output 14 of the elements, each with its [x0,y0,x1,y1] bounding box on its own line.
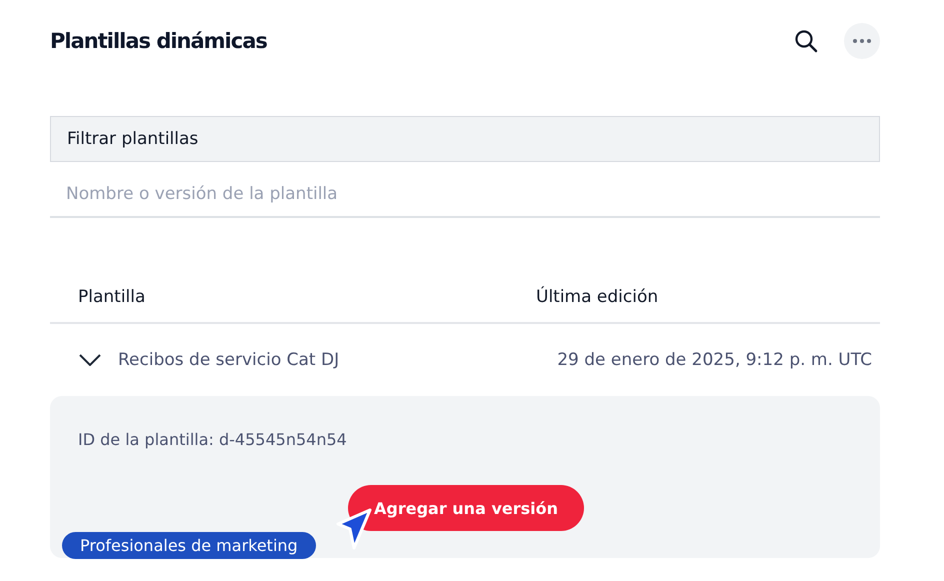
page-title: Plantillas dinámicas [50,29,267,53]
search-icon[interactable] [794,29,818,53]
column-header: Plantilla [78,287,146,307]
template-name[interactable]: Recibos de servicio Cat DJ [118,350,558,370]
column-header: Última edición [536,287,658,307]
template-id: ID de la plantilla: d-45545n54n54 [78,430,348,449]
filter-label: Filtrar plantillas [50,116,880,162]
user-tag: Profesionales de marketing [62,532,316,559]
table-cell: 29 de enero de 2025, 9:12 p. m. UTC [557,350,872,370]
pointer-icon [334,508,372,550]
more-icon [852,38,872,44]
more-button[interactable] [844,23,880,59]
add-version-button[interactable]: Agregar una versión [348,485,584,531]
chevron-icon[interactable] [79,354,101,366]
